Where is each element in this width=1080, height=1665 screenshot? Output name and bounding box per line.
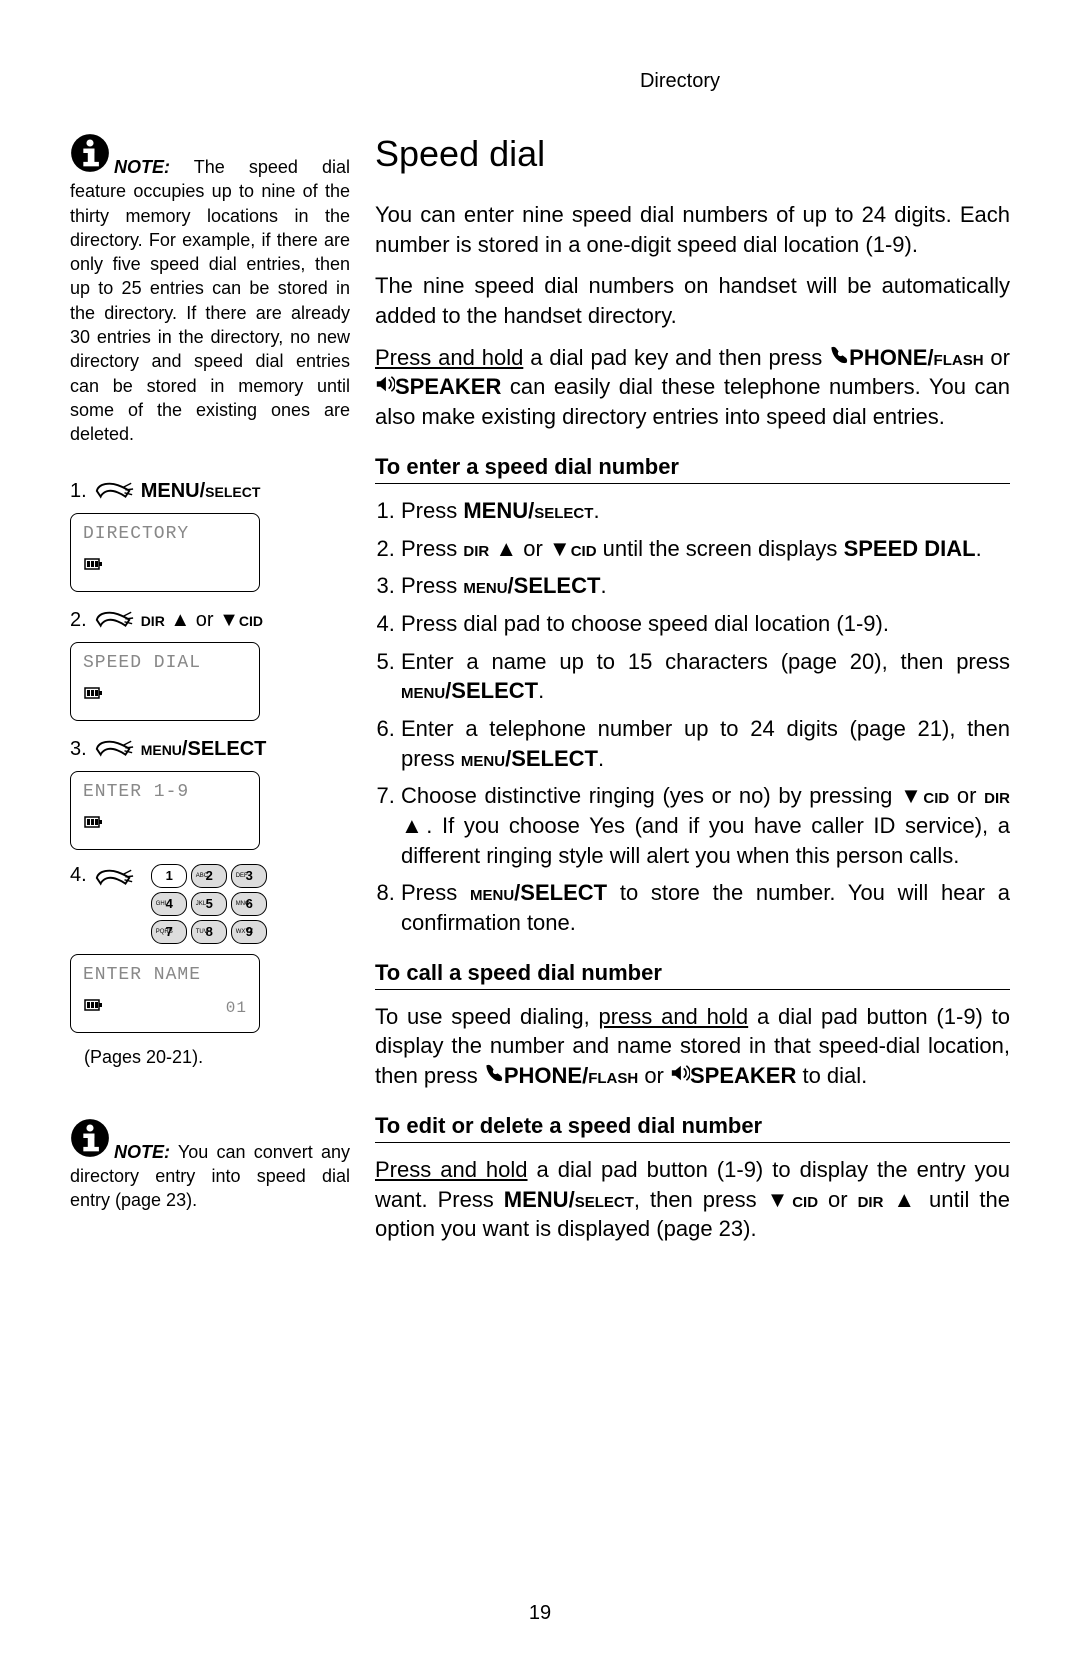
subheading-call: To call a speed dial number: [375, 960, 1010, 990]
hand-icon: [93, 864, 135, 894]
side-step-3: 3. menu/SELECT ENTER 1-9: [70, 735, 350, 850]
step-number: 4.: [70, 864, 87, 887]
intro-para-2: The nine speed dial numbers on handset w…: [375, 271, 1010, 330]
hand-icon: [93, 735, 135, 765]
lcd-text: SPEED DIAL: [83, 653, 247, 673]
sidebar: NOTE: The speed dial feature occupies up…: [70, 133, 350, 1256]
intro-para-1: You can enter nine speed dial numbers of…: [375, 200, 1010, 259]
key-8: TUV8: [191, 920, 227, 944]
lcd-number: 01: [226, 999, 247, 1017]
pages-reference: (Pages 20-21).: [84, 1047, 350, 1068]
speaker-icon: [375, 374, 395, 399]
edit-para: Press and hold a dial pad button (1-9) t…: [375, 1155, 1010, 1244]
up-arrow-icon: ▲: [893, 1187, 919, 1212]
or-text: or: [196, 609, 219, 631]
step-number: 2.: [70, 609, 87, 632]
side-step-4: 4. 1 ABC2 DEF3 GHI4 JKL5 MNO6: [70, 864, 350, 1033]
phone-label: PHONE/: [849, 345, 933, 370]
down-arrow-icon: ▼: [549, 536, 571, 561]
side-step-1: 1. MENU/select DIRECTORY: [70, 477, 350, 592]
menu-label: MENU/: [141, 480, 205, 502]
call-para: To use speed dialing, press and hold a d…: [375, 1002, 1010, 1091]
step-7: Choose distinctive ringing (yes or no) b…: [401, 781, 1010, 870]
note-text: The speed dial feature occupies up to ni…: [70, 157, 350, 444]
page: Directory NOTE: The speed dial feature o…: [0, 0, 1080, 1665]
up-arrow-icon: ▲: [170, 609, 190, 631]
info-icon: [70, 1118, 110, 1164]
hand-icon: [93, 477, 135, 507]
up-arrow-icon: ▲: [401, 813, 426, 838]
step-5: Enter a name up to 15 characters (page 2…: [401, 647, 1010, 706]
or-text: or: [984, 345, 1010, 370]
steps-list: Press MENU/select. Press dir ▲ or ▼cid u…: [375, 496, 1010, 938]
up-arrow-icon: ▲: [495, 536, 517, 561]
hand-icon: [93, 606, 135, 636]
lcd-text: DIRECTORY: [83, 524, 247, 544]
subheading-edit: To edit or delete a speed dial number: [375, 1113, 1010, 1143]
battery-icon: [83, 683, 103, 710]
down-arrow-icon: ▼: [767, 1187, 793, 1212]
down-arrow-icon: ▼: [219, 609, 239, 631]
step-6: Enter a telephone number up to 24 digits…: [401, 714, 1010, 773]
speaker-icon: [670, 1063, 690, 1088]
key-4: GHI4: [151, 892, 187, 916]
step-2: Press dir ▲ or ▼cid until the screen dis…: [401, 534, 1010, 564]
dir-label: dir: [141, 609, 165, 631]
key-2: ABC2: [191, 864, 227, 888]
lcd-text: ENTER 1-9: [83, 782, 247, 802]
menu-label: menu: [141, 738, 182, 760]
intro-para-3: Press and hold a dial pad key and then p…: [375, 343, 1010, 432]
main-content: Speed dial You can enter nine speed dial…: [375, 133, 1010, 1256]
key-1: 1: [151, 864, 187, 888]
step-number: 3.: [70, 738, 87, 761]
key-9: WXYZ9: [231, 920, 267, 944]
battery-icon: [83, 995, 103, 1022]
page-number: 19: [0, 1602, 1080, 1625]
text: a dial pad key and then press: [523, 345, 829, 370]
content: NOTE: The speed dial feature occupies up…: [70, 133, 1010, 1256]
note-label: NOTE:: [114, 157, 170, 177]
step-4: Press dial pad to choose speed dial loca…: [401, 609, 1010, 639]
speaker-label: SPEAKER: [395, 374, 501, 399]
battery-icon: [83, 812, 103, 839]
cid-label: cid: [239, 609, 263, 631]
subheading-enter: To enter a speed dial number: [375, 454, 1010, 484]
step-1: Press MENU/select.: [401, 496, 1010, 526]
phone-icon: [829, 345, 849, 370]
step-number: 1.: [70, 480, 87, 503]
info-icon: [70, 133, 110, 179]
step-8: Press menu/SELECT to store the number. Y…: [401, 878, 1010, 937]
phone-icon: [484, 1063, 504, 1088]
step-3: Press menu/SELECT.: [401, 571, 1010, 601]
section-header: Directory: [70, 70, 1010, 93]
key-6: MNO6: [231, 892, 267, 916]
down-arrow-icon: ▼: [900, 783, 923, 808]
lcd-screen-3: ENTER 1-9: [70, 771, 260, 850]
lcd-text: ENTER NAME: [83, 965, 247, 985]
note-1: NOTE: The speed dial feature occupies up…: [70, 133, 350, 447]
battery-icon: [83, 554, 103, 581]
note-label: NOTE:: [114, 1142, 170, 1162]
lcd-screen-4: ENTER NAME 01: [70, 954, 260, 1033]
key-5: JKL5: [191, 892, 227, 916]
flash-label: flash: [934, 345, 984, 370]
side-steps: 1. MENU/select DIRECTORY 2.: [70, 477, 350, 1068]
note-text: You can convert any directory entry into…: [70, 1142, 350, 1211]
lcd-screen-2: SPEED DIAL: [70, 642, 260, 721]
select-label: select: [205, 480, 260, 502]
page-title: Speed dial: [375, 133, 1010, 175]
keypad-icon: 1 ABC2 DEF3 GHI4 JKL5 MNO6 PQRS7: [151, 864, 267, 948]
side-step-2: 2. dir ▲ or ▼cid SPEED DIAL: [70, 606, 350, 721]
select-label: /SELECT: [182, 738, 266, 760]
lcd-screen-1: DIRECTORY: [70, 513, 260, 592]
press-hold: Press and hold: [375, 345, 523, 370]
key-7: PQRS7: [151, 920, 187, 944]
key-3: DEF3: [231, 864, 267, 888]
note-2: NOTE: You can convert any directory entr…: [70, 1118, 350, 1213]
